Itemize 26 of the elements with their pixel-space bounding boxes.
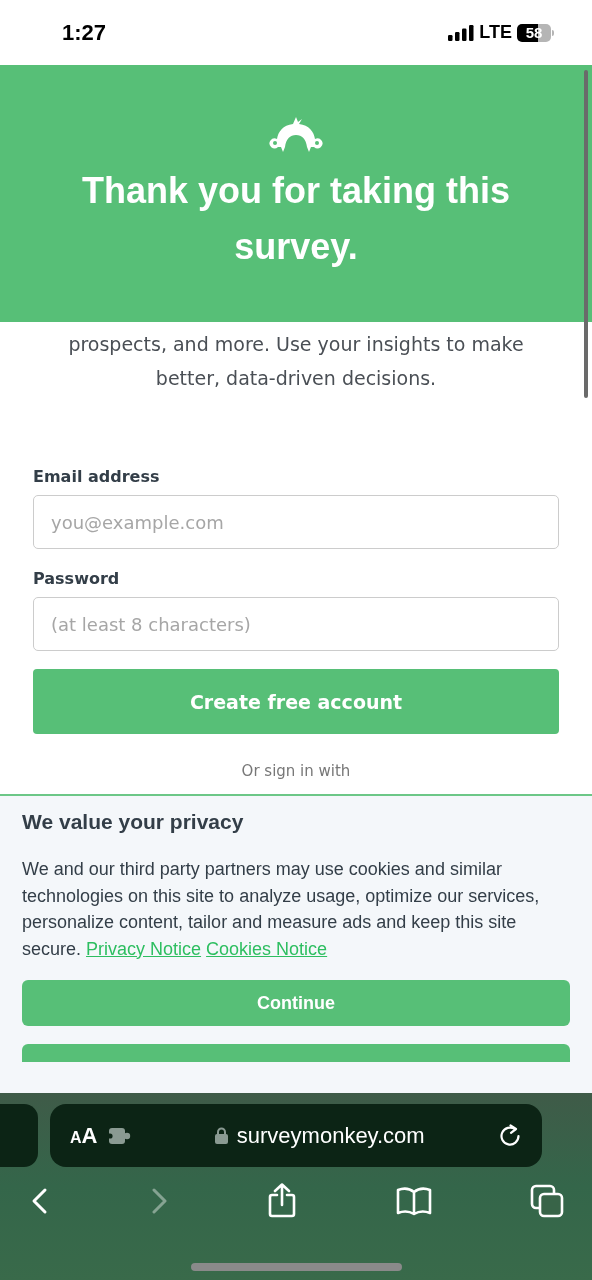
reload-icon[interactable] <box>498 1123 522 1148</box>
continue-button[interactable]: Continue <box>22 980 570 1026</box>
puzzle-icon[interactable] <box>109 1126 132 1145</box>
privacy-text: We and our third party partners may use cookies and similar technologies on this site to analyze usage, optimize our services, personalize content, tailor and measure ads and keep this site secure. Privacy Notice Cookies Notice <box>22 858 541 961</box>
share-icon[interactable] <box>267 1183 297 1219</box>
intro-text: prospects, and more. Use your insights to make better, data-driven decisions. <box>67 332 525 391</box>
field-label: Email address <box>33 467 161 486</box>
input-field[interactable]: you@example.com <box>33 495 559 549</box>
tabs-icon[interactable] <box>530 1184 564 1218</box>
notice-link[interactable]: Privacy Notice <box>86 938 202 959</box>
url-text: surveymonkey.com <box>236 1122 425 1149</box>
logo-icon <box>269 115 323 153</box>
notice-link[interactable]: Cookies Notice <box>206 938 328 959</box>
signal-icon <box>448 24 475 41</box>
lock-icon <box>214 1127 228 1144</box>
create-account-button[interactable]: Create free account <box>33 669 559 734</box>
network-label: LTE <box>479 22 512 43</box>
book-icon[interactable] <box>395 1186 432 1216</box>
input-field[interactable]: (at least 8 characters) <box>33 597 559 651</box>
clock-time: 1:27 <box>62 19 107 46</box>
page-title: Thank you for taking this survey. <box>81 169 511 269</box>
text-size-button[interactable]: AA <box>70 1122 98 1149</box>
field-label: Password <box>33 569 121 588</box>
sign-in-text: Or sign in with <box>241 762 351 780</box>
privacy-title: We value your privacy <box>22 810 245 834</box>
address-bar[interactable]: AA surveymonkey.com <box>50 1104 542 1167</box>
